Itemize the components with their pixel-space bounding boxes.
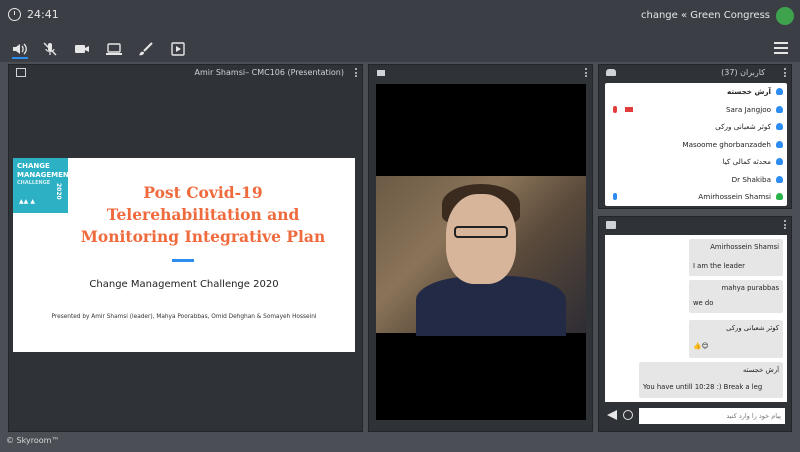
user-icon (776, 123, 783, 130)
slide-subtitle: Change Management Challenge 2020 (89, 279, 279, 290)
user-row[interactable]: Amirhossein Shamsi (605, 188, 787, 206)
user-icon (776, 175, 783, 183)
chat-header (599, 217, 791, 233)
camera-icon (625, 106, 633, 112)
emoji-icon[interactable] (623, 410, 633, 420)
user-row[interactable]: آرش خجسته (605, 83, 787, 101)
menu-icon[interactable] (774, 42, 788, 54)
toolbar (0, 34, 800, 62)
more-options-icon[interactable] (585, 68, 588, 79)
chat-input[interactable] (639, 408, 785, 424)
user-row[interactable]: Masoome ghorbanzadeh (605, 136, 787, 154)
presentation-icon (16, 68, 26, 77)
video-header (369, 65, 592, 81)
clock-icon (8, 8, 21, 21)
play-icon[interactable] (170, 41, 186, 56)
user-row[interactable]: محدثه کمالی کیا (605, 153, 787, 171)
presentation-header: Amir Shamsi– CMC106 (Presentation) (9, 65, 362, 81)
user-icon (776, 88, 783, 95)
user-icon (776, 193, 783, 200)
mic-icon (613, 193, 617, 200)
video-panel (368, 64, 593, 432)
user-icon (776, 105, 783, 113)
green-congress-logo (776, 7, 794, 25)
mic-muted-icon[interactable] (42, 41, 58, 56)
chat-messages: Amirhossein Shamsi I am the leader mahya… (605, 235, 787, 402)
users-panel: کاربران (37) آرش خجسته Sara Jangjoo کوثر… (598, 64, 792, 209)
user-icon (776, 140, 783, 148)
people-icon (606, 69, 616, 76)
video-frame (376, 84, 586, 420)
users-list: آرش خجسته Sara Jangjoo کوثر شعبانی ورکی … (605, 83, 787, 206)
room-title: change « Green Congress (641, 10, 770, 21)
webcam-feed (376, 176, 586, 336)
timer-text: 24:41 (27, 8, 59, 21)
presentation-title: Amir Shamsi– CMC106 (Presentation) (194, 68, 344, 77)
user-icon (776, 158, 783, 165)
chat-message: mahya purabbas we do (689, 280, 783, 313)
chat-message: Amirhossein Shamsi I am the leader (689, 239, 783, 276)
speaker-icon[interactable] (12, 41, 28, 59)
send-icon[interactable] (607, 410, 617, 420)
mic-icon (613, 105, 617, 113)
cmc-logo: CHANGE MANAGEMENT CHALLENGE 2020 ▲▲ ▲ (13, 158, 74, 213)
skyroom-footer: © Skyroom™ (6, 436, 60, 445)
chat-input-bar (605, 405, 787, 427)
screen-share-icon[interactable] (106, 41, 122, 55)
more-options-icon[interactable] (355, 68, 358, 79)
more-options-icon[interactable] (784, 220, 787, 231)
chat-icon (606, 221, 616, 229)
chat-panel: Amirhossein Shamsi I am the leader mahya… (598, 216, 792, 432)
more-options-icon[interactable] (784, 68, 787, 79)
camera-icon (377, 70, 385, 76)
chat-message: آرش خجسته You have untill 10:28 :) Break… (639, 362, 783, 398)
top-bar: 24:41 change « Green Congress (0, 0, 800, 34)
user-row[interactable]: Dr Shakiba (605, 171, 787, 189)
users-count: کاربران (37) (721, 68, 765, 77)
slide-title: Post Covid-19 Telerehabilitation and Mon… (80, 183, 326, 246)
chat-message: کوثر شعبانی ورکی 👍😊 (689, 320, 783, 358)
session-timer: 24:41 (8, 8, 59, 21)
slide-divider (172, 259, 194, 262)
presentation-slide: CHANGE MANAGEMENT CHALLENGE 2020 ▲▲ ▲ Po… (13, 158, 355, 352)
slide-credit: Presented by Amir Shamsi (leader), Mahya… (51, 314, 317, 320)
presentation-panel: Amir Shamsi– CMC106 (Presentation) CHANG… (8, 64, 363, 432)
camera-icon[interactable] (74, 41, 90, 55)
user-row[interactable]: کوثر شعبانی ورکی (605, 118, 787, 136)
brush-icon[interactable] (138, 41, 154, 56)
users-header: کاربران (37) (599, 65, 791, 81)
user-row[interactable]: Sara Jangjoo (605, 101, 787, 119)
